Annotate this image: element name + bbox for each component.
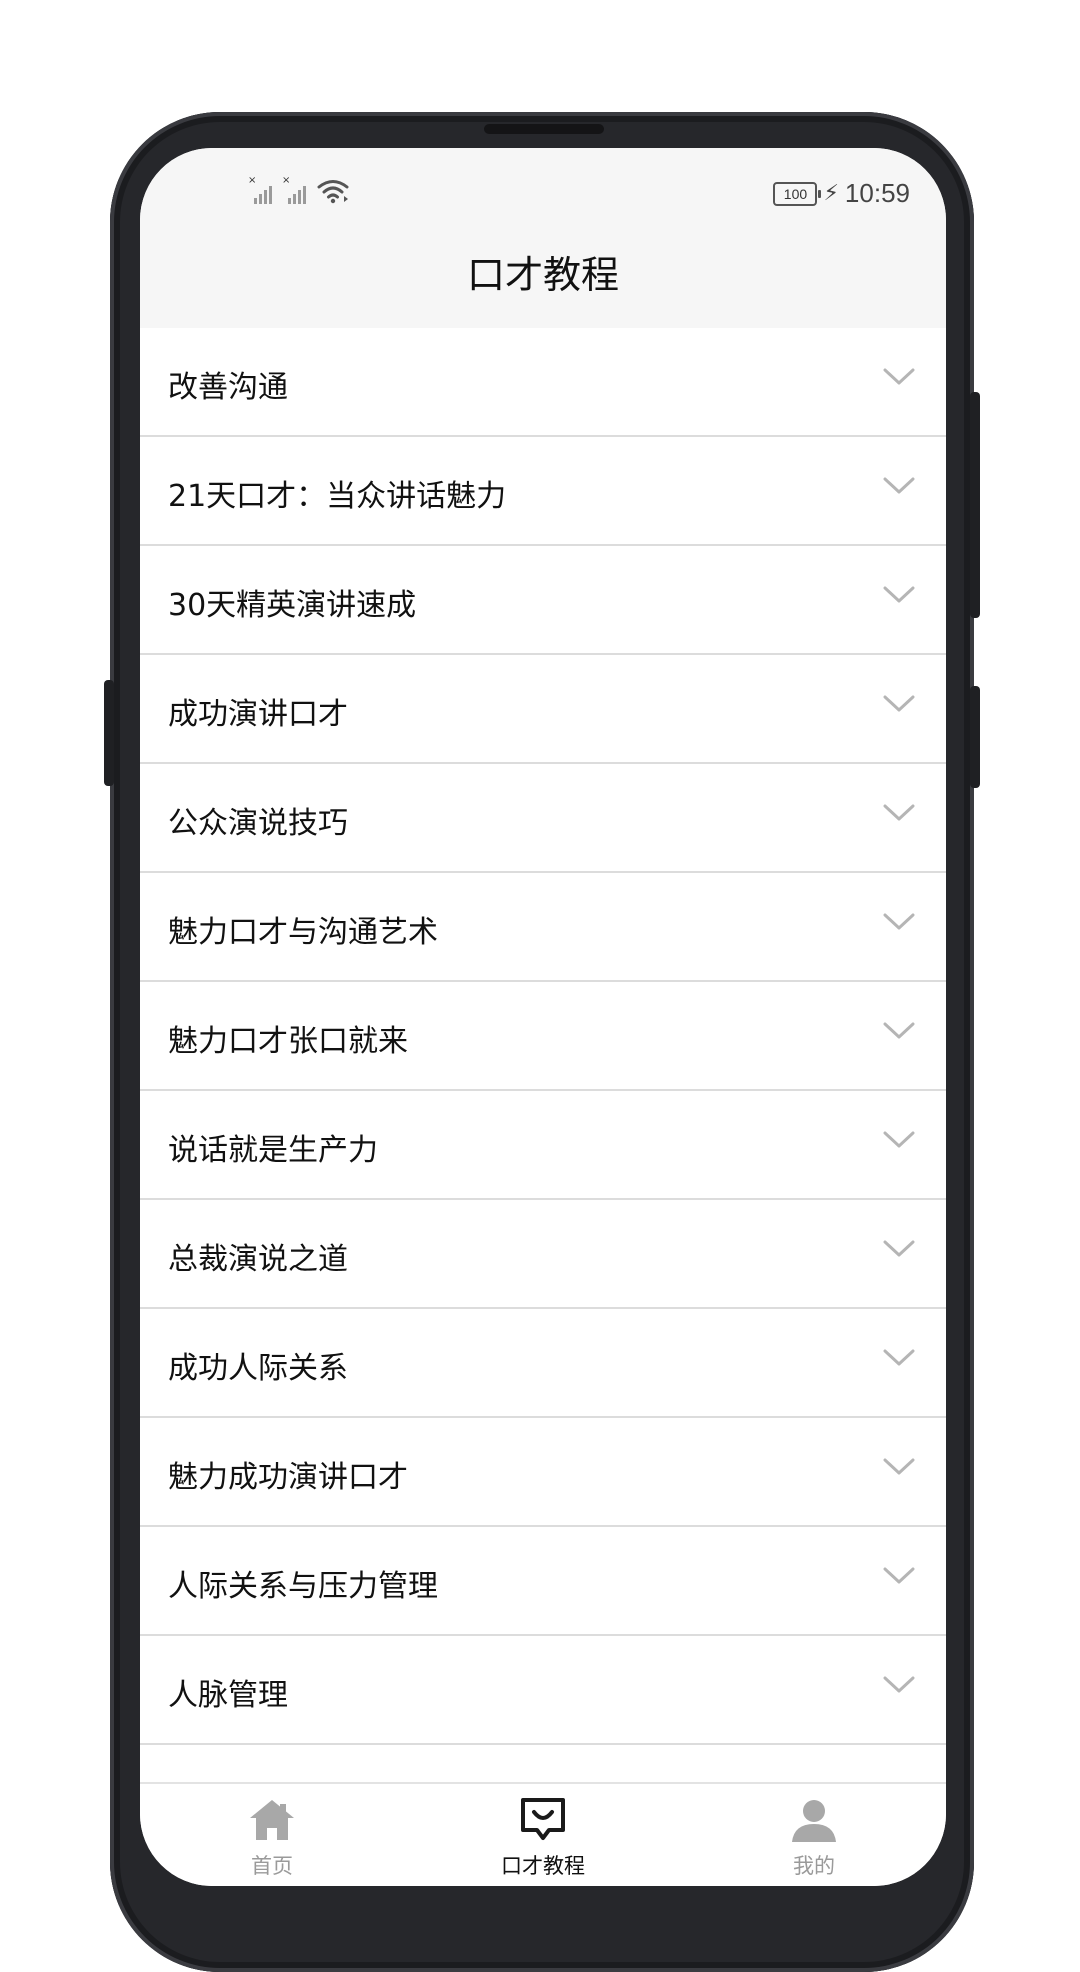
list-item-label: 魅力口才与沟通艺术	[168, 915, 438, 950]
home-icon	[250, 1800, 294, 1840]
chevron-down-icon[interactable]	[882, 802, 916, 824]
signal-no-sim-icon: ×	[248, 176, 276, 204]
chevron-down-icon[interactable]	[882, 1129, 916, 1151]
list-item-label: 总裁演说之道	[168, 1242, 348, 1277]
list-item[interactable]: 魅力成功演讲口才	[140, 1418, 946, 1527]
tab-course-label: 口才教程	[501, 1854, 585, 1878]
signal-no-sim-icon: ×	[282, 176, 310, 204]
chat-icon	[521, 1798, 565, 1840]
list-item-label: 21天口才：当众讲话魅力	[168, 479, 507, 514]
side-button	[970, 686, 980, 788]
list-item[interactable]: 成功人际关系	[140, 1309, 946, 1418]
status-bar: × × 100 ⚡ 10:59	[140, 148, 946, 218]
status-right: 100 ⚡ 10:59	[773, 178, 910, 209]
list-item[interactable]: 21天口才：当众讲话魅力	[140, 437, 946, 546]
tab-me-label: 我的	[793, 1854, 835, 1878]
list-item[interactable]: 说话就是生产力	[140, 1091, 946, 1200]
list-item-label: 说话就是生产力	[168, 1133, 378, 1168]
chevron-down-icon[interactable]	[882, 1020, 916, 1042]
list-item[interactable]: 魅力口才张口就来	[140, 982, 946, 1091]
header: 口才教程	[140, 218, 946, 328]
list-item[interactable]: 30天精英演讲速成	[140, 546, 946, 655]
earpiece-speaker	[484, 124, 604, 134]
charging-icon: ⚡	[823, 181, 839, 206]
user-icon	[792, 1800, 836, 1842]
chevron-down-icon[interactable]	[882, 1347, 916, 1369]
chevron-down-icon[interactable]	[882, 1674, 916, 1696]
chevron-down-icon[interactable]	[882, 584, 916, 606]
wifi-icon	[317, 180, 349, 204]
chevron-down-icon[interactable]	[882, 475, 916, 497]
bottom-tab-bar: 首页 口才教程 我的	[140, 1782, 946, 1886]
tab-home-label: 首页	[251, 1854, 293, 1878]
list-item[interactable]: 总裁演说之道	[140, 1200, 946, 1309]
list-item[interactable]: 魅力口才与沟通艺术	[140, 873, 946, 982]
volume-button	[104, 680, 114, 786]
screen: × × 100 ⚡ 10:59 口才教程 改善沟通 21天口才：当众讲话魅力 3…	[140, 148, 946, 1886]
list-item-label: 30天精英演讲速成	[168, 588, 417, 623]
battery-icon: 100	[773, 181, 822, 206]
course-list: 改善沟通 21天口才：当众讲话魅力 30天精英演讲速成 成功演讲口才 公众演说技巧魅力口…	[140, 328, 946, 1745]
page-title: 口才教程	[466, 253, 619, 297]
chevron-down-icon[interactable]	[882, 1456, 916, 1478]
list-item-label: 人脉管理	[168, 1678, 288, 1713]
battery-level: 100	[783, 185, 808, 202]
list-item-label: 公众演说技巧	[168, 806, 348, 841]
signal-group: × ×	[248, 176, 350, 204]
chevron-down-icon[interactable]	[882, 1565, 916, 1587]
tab-me[interactable]: 我的	[734, 1796, 894, 1886]
list-item-label: 人际关系与压力管理	[168, 1569, 438, 1604]
list-item[interactable]: 改善沟通	[140, 328, 946, 437]
list-item-label: 成功人际关系	[168, 1351, 348, 1386]
list-item-label: 魅力口才张口就来	[168, 1024, 408, 1059]
chevron-down-icon[interactable]	[882, 1238, 916, 1260]
list-item-label: 成功演讲口才	[168, 697, 348, 732]
chevron-down-icon[interactable]	[882, 911, 916, 933]
chevron-down-icon[interactable]	[882, 366, 916, 388]
list-item-label: 改善沟通	[168, 370, 288, 405]
list-item[interactable]: 人际关系与压力管理	[140, 1527, 946, 1636]
list-item-label: 魅力成功演讲口才	[168, 1460, 408, 1495]
list-item[interactable]: 公众演说技巧	[140, 764, 946, 873]
tab-home[interactable]: 首页	[192, 1796, 352, 1886]
chevron-down-icon[interactable]	[882, 693, 916, 715]
list-item[interactable]: 人脉管理	[140, 1636, 946, 1745]
tab-course[interactable]: 口才教程	[463, 1796, 623, 1886]
clock: 10:59	[844, 178, 910, 208]
power-button	[970, 392, 980, 618]
list-item[interactable]: 成功演讲口才	[140, 655, 946, 764]
